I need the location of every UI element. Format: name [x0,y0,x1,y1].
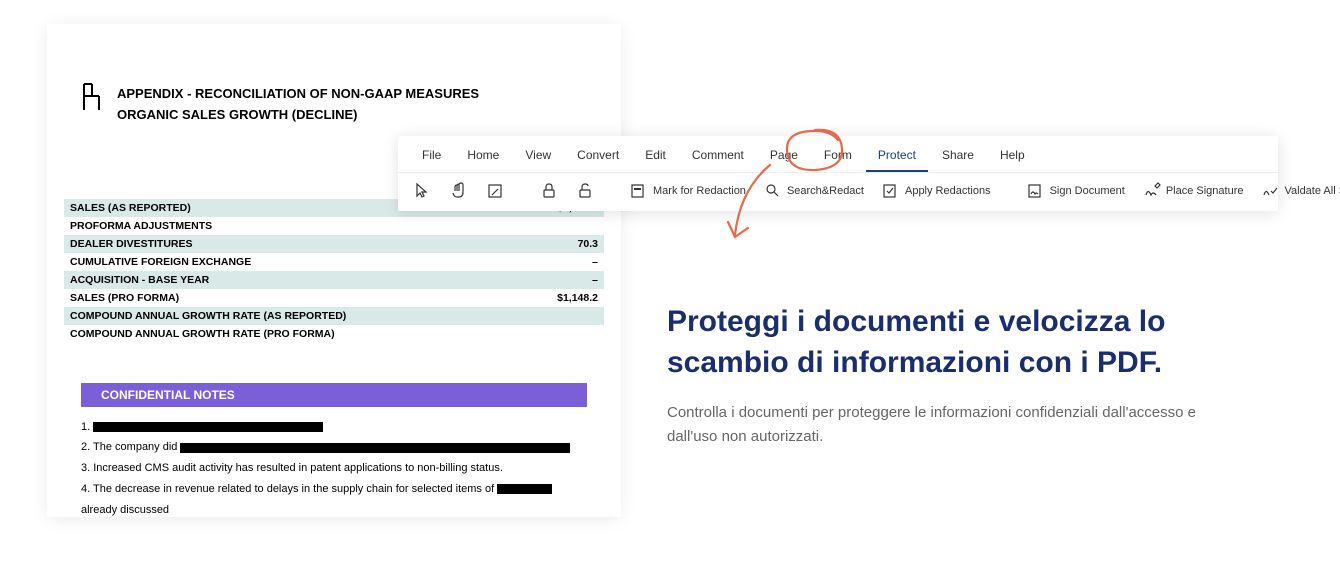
place-signature-button[interactable]: Place Signature [1137,179,1250,203]
cursor-tool[interactable] [408,179,438,203]
hand-icon [450,182,468,200]
marketing-heading: Proteggi i documenti e velocizza lo scam… [667,302,1227,383]
tab-convert[interactable]: Convert [565,142,631,172]
chair-icon [81,82,103,112]
row-value: 70.3 [520,235,604,253]
row-value: – [520,271,604,289]
toolbar-actions: Mark for Redaction Search&Redact Apply R… [398,172,1278,211]
row-value [520,217,604,235]
doc-title-2: ORGANIC SALES GROWTH (DECLINE) [117,105,479,126]
select-tool[interactable] [480,179,510,203]
row-value: – [520,253,604,271]
lock-icon [540,182,558,200]
unlock-tool[interactable] [570,179,600,203]
row-label: SALES (PRO FORMA) [64,289,520,307]
search-redact-button[interactable]: Search&Redact [758,179,870,203]
table-row: CUMULATIVE FOREIGN EXCHANGE– [64,253,604,271]
note-4: 4. The decrease in revenue related to de… [81,479,587,521]
row-label: COMPOUND ANNUAL GROWTH RATE (PRO FORMA) [64,325,520,343]
row-value: $1,148.2 [520,289,604,307]
select-icon [486,182,504,200]
redaction-block [93,422,323,432]
tab-file[interactable]: File [410,142,453,172]
doc-title-1: APPENDIX - RECONCILIATION OF NON-GAAP ME… [117,84,479,105]
app-toolbar: FileHomeViewConvertEditCommentPageFormPr… [398,136,1278,211]
validate-signatures-button[interactable]: Valdate All Signatures [1255,179,1340,203]
toolbar-tabs: FileHomeViewConvertEditCommentPageFormPr… [398,136,1278,172]
apply-icon [882,182,900,200]
tab-form[interactable]: Form [812,142,864,172]
note-3: 3. Increased CMS audit activity has resu… [81,458,587,479]
tab-comment[interactable]: Comment [680,142,756,172]
hand-tool[interactable] [444,179,474,203]
marketing-body: Controlla i documenti per proteggere le … [667,401,1227,449]
document-preview: APPENDIX - RECONCILIATION OF NON-GAAP ME… [47,24,621,517]
tab-page[interactable]: Page [758,142,810,172]
table-row: DEALER DIVESTITURES70.3 [64,235,604,253]
notes-list: 1. 2. The company did 3. Increased CMS a… [81,417,587,521]
marketing-section: Proteggi i documenti e velocizza lo scam… [667,302,1227,449]
confidential-notes-banner: CONFIDENTIAL NOTES [81,383,587,407]
table-row: COMPOUND ANNUAL GROWTH RATE (PRO FORMA) [64,325,604,343]
table-row: PROFORMA ADJUSTMENTS [64,217,604,235]
note-2: 2. The company did [81,437,587,458]
tab-share[interactable]: Share [930,142,986,172]
row-label: ACQUISITION - BASE YEAR [64,271,520,289]
tab-home[interactable]: Home [455,142,511,172]
lock-tool[interactable] [534,179,564,203]
row-value [520,307,604,325]
row-label: COMPOUND ANNUAL GROWTH RATE (AS REPORTED… [64,307,520,325]
redaction-block [180,443,570,453]
unlock-icon [576,182,594,200]
tab-edit[interactable]: Edit [633,142,678,172]
note-1: 1. [81,417,587,438]
validate-icon [1261,182,1279,200]
row-label: PROFORMA ADJUSTMENTS [64,217,520,235]
row-value [520,325,604,343]
redaction-icon [630,182,648,200]
redaction-block [497,484,552,494]
apply-redactions-button[interactable]: Apply Redactions [876,179,997,203]
tab-help[interactable]: Help [988,142,1037,172]
signature-icon [1143,182,1161,200]
mark-redaction-button[interactable]: Mark for Redaction [624,179,752,203]
cursor-icon [414,182,432,200]
tab-view[interactable]: View [513,142,563,172]
sign-document-button[interactable]: Sign Document [1021,179,1131,203]
sign-icon [1027,182,1045,200]
table-row: ACQUISITION - BASE YEAR– [64,271,604,289]
table-row: SALES (PRO FORMA)$1,148.2 [64,289,604,307]
tab-protect[interactable]: Protect [866,142,928,172]
table-row: COMPOUND ANNUAL GROWTH RATE (AS REPORTED… [64,307,604,325]
search-icon [764,182,782,200]
row-label: CUMULATIVE FOREIGN EXCHANGE [64,253,520,271]
row-label: DEALER DIVESTITURES [64,235,520,253]
